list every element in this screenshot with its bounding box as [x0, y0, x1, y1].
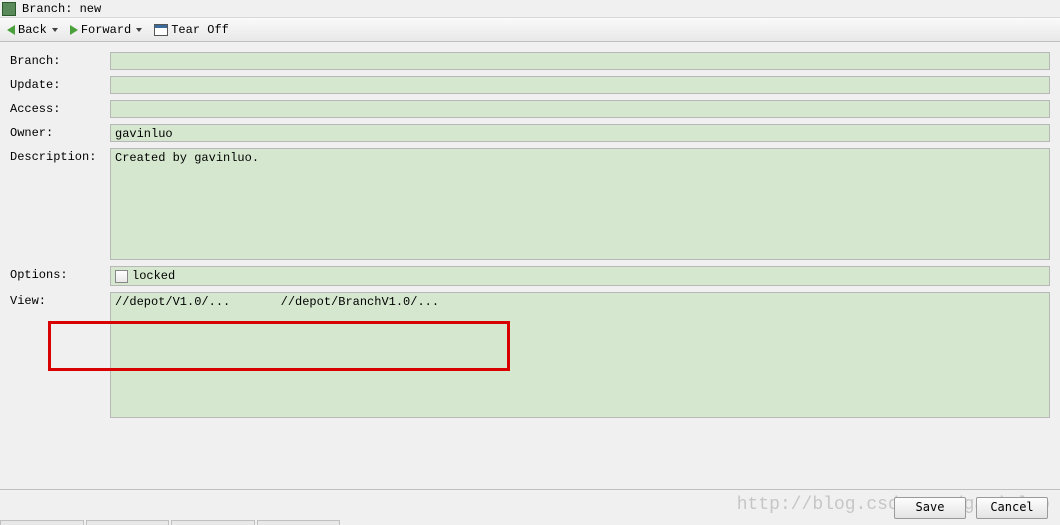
branch-label: Branch: — [10, 52, 110, 68]
footer: http://blog.csdn.net/gavinluo Save Cance… — [0, 489, 1060, 525]
window-title: Branch: new — [22, 2, 101, 16]
tearoff-icon — [154, 24, 168, 36]
owner-label: Owner: — [10, 124, 110, 140]
cancel-button[interactable]: Cancel — [976, 497, 1048, 519]
access-row: Access: — [10, 100, 1050, 118]
branch-row: Branch: — [10, 52, 1050, 70]
forward-button[interactable]: Forward — [67, 22, 145, 38]
update-label: Update: — [10, 76, 110, 92]
access-label: Access: — [10, 100, 110, 116]
tab-stub[interactable] — [0, 520, 84, 525]
branch-field[interactable] — [110, 52, 1050, 70]
forward-label: Forward — [81, 23, 131, 37]
tab-stub[interactable] — [171, 520, 255, 525]
options-label: Options: — [10, 266, 110, 282]
forward-arrow-icon — [70, 25, 78, 35]
locked-checkbox[interactable] — [115, 270, 128, 283]
back-dropdown-icon — [52, 28, 58, 32]
options-row: Options: locked — [10, 266, 1050, 286]
tearoff-button[interactable]: Tear Off — [151, 22, 232, 38]
tearoff-label: Tear Off — [171, 23, 229, 37]
view-label: View: — [10, 292, 110, 308]
back-button[interactable]: Back — [4, 22, 61, 38]
owner-row: Owner: gavinluo — [10, 124, 1050, 142]
description-row: Description: Created by gavinluo. — [10, 148, 1050, 260]
app-icon — [2, 2, 16, 16]
description-field[interactable]: Created by gavinluo. — [110, 148, 1050, 260]
update-row: Update: — [10, 76, 1050, 94]
update-field[interactable] — [110, 76, 1050, 94]
locked-label: locked — [132, 269, 175, 283]
back-label: Back — [18, 23, 47, 37]
title-bar: Branch: new — [0, 0, 1060, 18]
button-row: Save Cancel — [894, 497, 1048, 519]
access-field[interactable] — [110, 100, 1050, 118]
tab-stubs — [0, 520, 340, 525]
options-field: locked — [110, 266, 1050, 286]
view-row: View: //depot/V1.0/... //depot/BranchV1.… — [10, 292, 1050, 418]
tab-stub[interactable] — [86, 520, 170, 525]
back-arrow-icon — [7, 25, 15, 35]
view-field[interactable]: //depot/V1.0/... //depot/BranchV1.0/... — [110, 292, 1050, 418]
tab-stub[interactable] — [257, 520, 341, 525]
form-area: Branch: Update: Access: Owner: gavinluo … — [0, 42, 1060, 418]
save-button[interactable]: Save — [894, 497, 966, 519]
description-label: Description: — [10, 148, 110, 164]
forward-dropdown-icon — [136, 28, 142, 32]
toolbar: Back Forward Tear Off — [0, 18, 1060, 42]
owner-field[interactable]: gavinluo — [110, 124, 1050, 142]
